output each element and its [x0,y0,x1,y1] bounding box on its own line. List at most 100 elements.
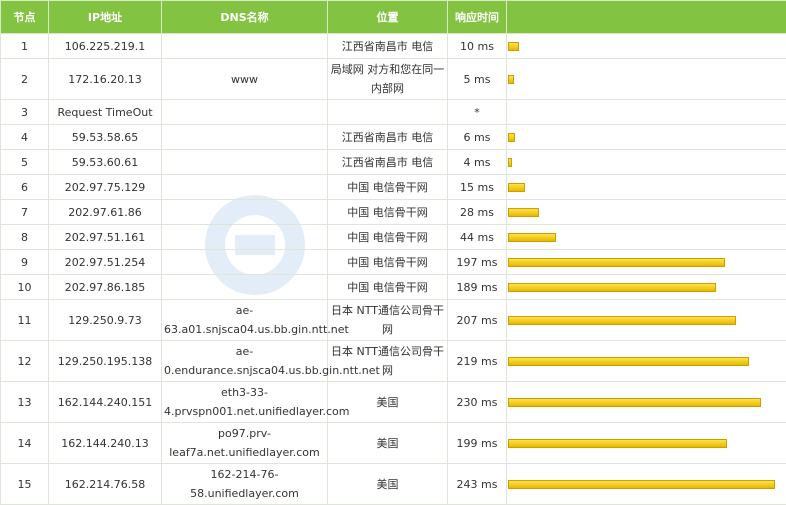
response-cell: 207 ms [447,299,507,341]
response-bar [508,157,512,167]
node-cell: 1 [0,33,49,59]
response-cell: 44 ms [447,224,507,250]
ip-cell: 106.225.219.1 [48,33,162,59]
response-bar-cell [506,33,786,59]
node-cell: 8 [0,224,49,250]
ip-cell: 129.250.9.73 [48,299,162,341]
table-row: 7 202.97.61.86 中国 电信骨干网 28 ms [0,199,786,225]
header-response: 响应时间 [447,0,507,34]
dns-cell: ae-63.a01.snjsca04.us.bb.gin.ntt.net [161,299,349,341]
response-bar [508,356,749,366]
header-dns: DNS名称 [161,0,328,34]
location-cell: 局域网 对方和您在同一内部网 [327,58,448,100]
response-bar [508,207,539,217]
dns-cell: eth3-33-4.prvspn001.net.unifiedlayer.com [161,381,350,423]
ip-cell: 202.97.75.129 [48,174,162,200]
table-row: 1 106.225.219.1 江西省南昌市 电信 10 ms [0,33,786,59]
response-bar-cell [506,340,786,382]
response-bar [508,232,556,242]
table-row: 14 162.144.240.13 po97.prv-leaf7a.net.un… [0,422,786,464]
node-cell: 2 [0,58,49,100]
response-bar [508,315,736,325]
dns-cell [161,124,328,150]
response-bar [508,438,727,448]
response-cell: 5 ms [447,58,507,100]
dns-cell [161,224,328,250]
node-cell: 15 [0,463,49,505]
header-location: 位置 [327,0,448,34]
response-bar [508,74,514,84]
response-bar-cell [506,58,786,100]
ip-cell: 202.97.86.185 [48,274,162,300]
response-cell: 219 ms [447,340,507,382]
response-bar [508,182,525,192]
dns-cell [161,99,328,125]
node-cell: 7 [0,199,49,225]
response-bar-cell [506,99,786,125]
header-ip: IP地址 [48,0,162,34]
dns-cell [161,199,328,225]
table-row: 4 59.53.58.65 江西省南昌市 电信 6 ms [0,124,786,150]
ip-cell: 162.144.240.151 [48,381,162,423]
location-cell: 中国 电信骨干网 [327,174,448,200]
response-bar [508,257,725,267]
location-cell [327,99,448,125]
response-cell: 199 ms [447,422,507,464]
response-cell: 189 ms [447,274,507,300]
response-cell: 197 ms [447,249,507,275]
dns-cell [161,274,328,300]
location-cell: 中国 电信骨干网 [327,249,448,275]
node-cell: 13 [0,381,49,423]
ip-cell: 59.53.58.65 [48,124,162,150]
location-cell: 美国 [327,463,448,505]
ip-cell: 59.53.60.61 [48,149,162,175]
node-cell: 12 [0,340,49,382]
node-cell: 5 [0,149,49,175]
response-cell: 4 ms [447,149,507,175]
ip-cell: 162.144.240.13 [48,422,162,464]
dns-cell [161,149,328,175]
response-bar-cell [506,249,786,275]
header-bar [506,0,786,34]
dns-cell: 162-214-76-58.unifiedlayer.com [161,463,328,505]
node-cell: 6 [0,174,49,200]
response-cell: 230 ms [447,381,507,423]
node-cell: 9 [0,249,49,275]
response-bar [508,397,761,407]
table-row: 5 59.53.60.61 江西省南昌市 电信 4 ms [0,149,786,175]
response-bar-cell [506,463,786,505]
response-bar-cell [506,274,786,300]
ip-cell: 202.97.51.254 [48,249,162,275]
traceroute-results: 节点 IP地址 DNS名称 位置 响应时间 1 106.225.219.1 江西… [0,0,786,505]
dns-cell [161,33,328,59]
response-bar-cell [506,149,786,175]
response-bar [508,132,515,142]
table-row: 10 202.97.86.185 中国 电信骨干网 189 ms [0,274,786,300]
table-row: 6 202.97.75.129 中国 电信骨干网 15 ms [0,174,786,200]
response-bar-cell [506,224,786,250]
table-row: 3 Request TimeOut * [0,99,786,125]
location-cell: 江西省南昌市 电信 [327,149,448,175]
node-cell: 4 [0,124,49,150]
table-header: 节点 IP地址 DNS名称 位置 响应时间 [0,0,786,34]
ip-cell: 202.97.51.161 [48,224,162,250]
location-cell: 江西省南昌市 电信 [327,33,448,59]
response-cell: 10 ms [447,33,507,59]
response-bar-cell [506,124,786,150]
dns-cell: po97.prv-leaf7a.net.unifiedlayer.com [161,422,328,464]
location-cell: 美国 [327,422,448,464]
location-cell: 江西省南昌市 电信 [327,124,448,150]
ip-cell: Request TimeOut [48,99,162,125]
response-bar-cell [506,422,786,464]
location-cell: 中国 电信骨干网 [327,274,448,300]
table-row: 12 129.250.195.138 ae-0.endurance.snjsca… [0,340,786,382]
response-bar-cell [506,381,786,423]
traceroute-table: 节点 IP地址 DNS名称 位置 响应时间 1 106.225.219.1 江西… [0,0,786,505]
node-cell: 11 [0,299,49,341]
table-row: 8 202.97.51.161 中国 电信骨干网 44 ms [0,224,786,250]
response-cell: * [447,99,507,125]
response-bar-cell [506,299,786,341]
ip-cell: 202.97.61.86 [48,199,162,225]
node-cell: 10 [0,274,49,300]
location-cell: 中国 电信骨干网 [327,199,448,225]
